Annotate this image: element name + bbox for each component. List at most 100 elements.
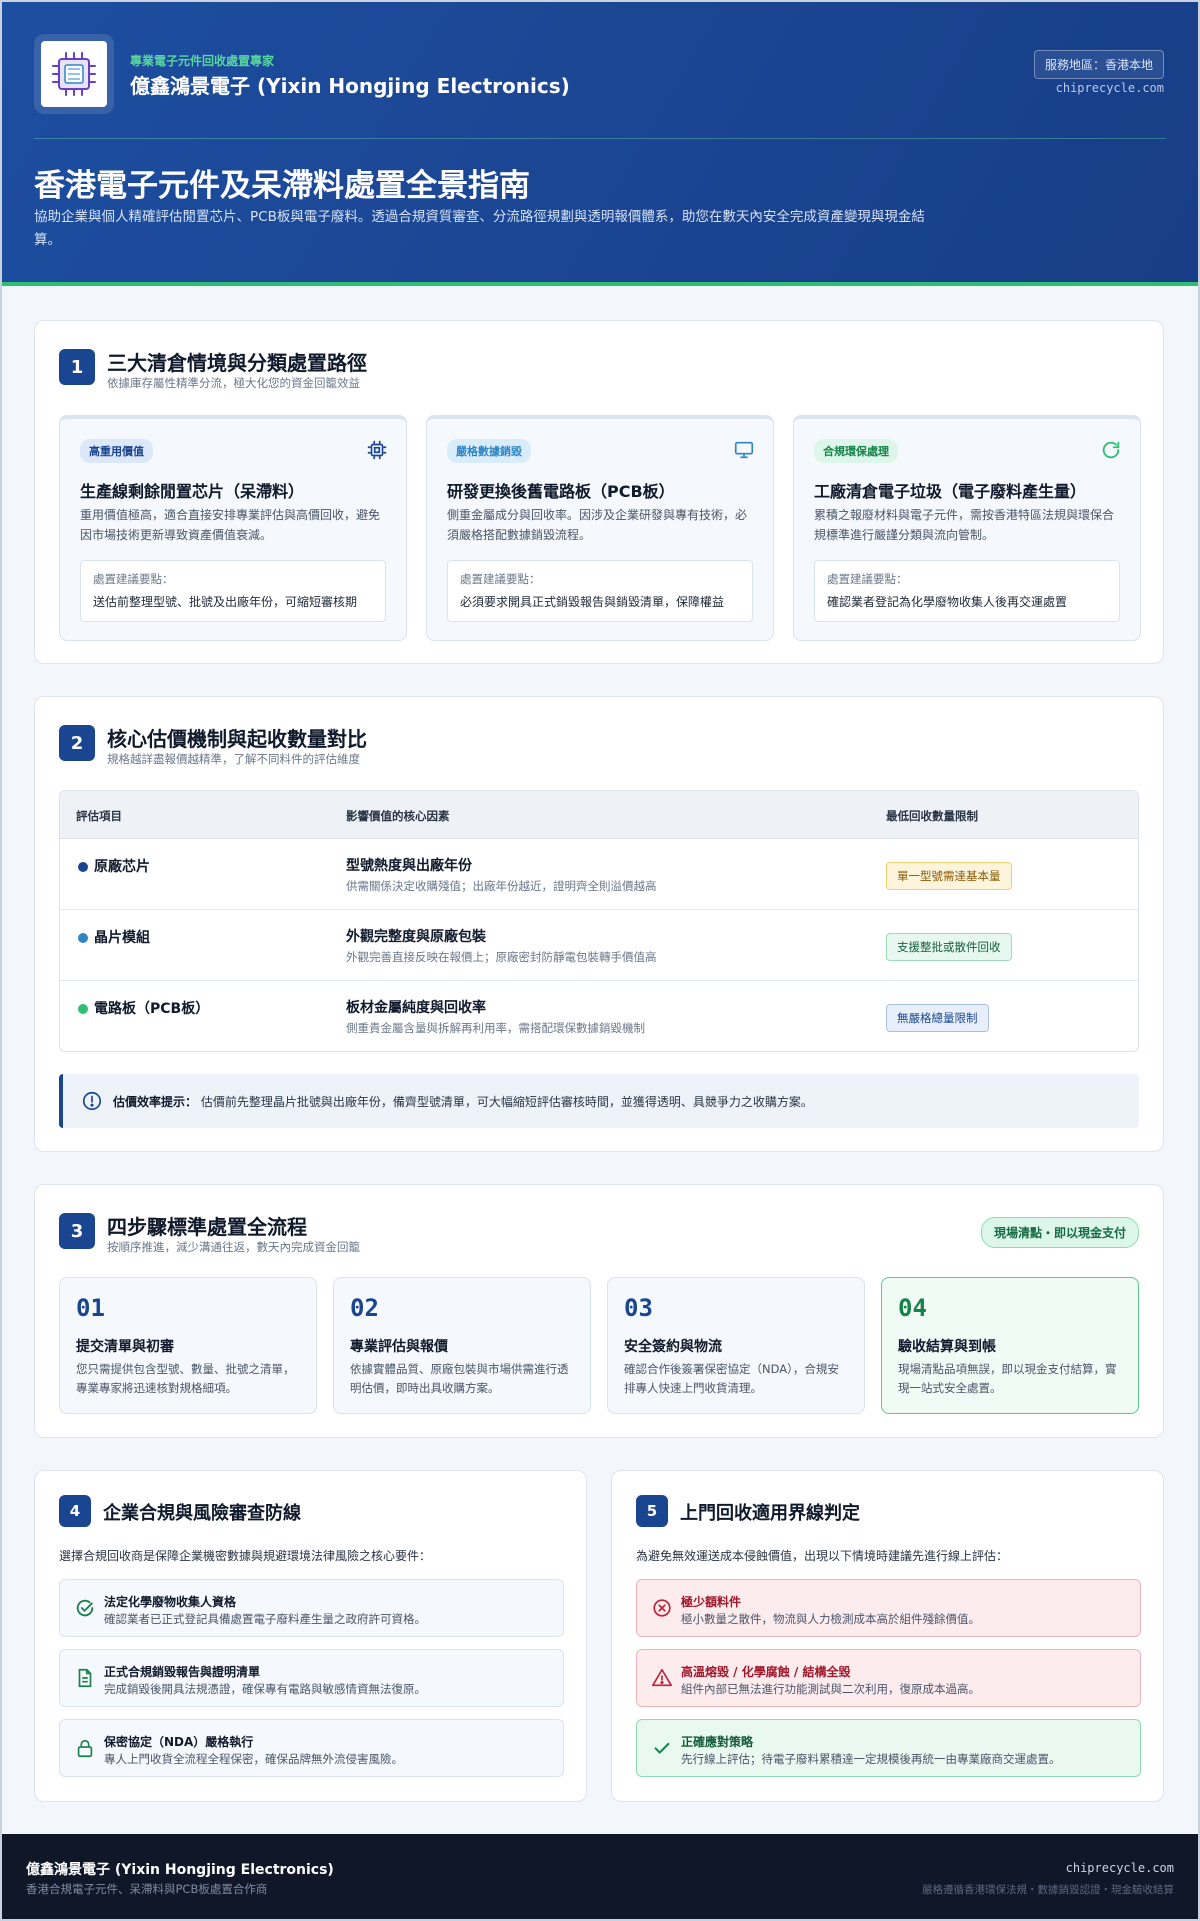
step-number: 04 [898, 1294, 927, 1322]
section-valuation: 2 核心估價機制與起收數量對比 規格越詳盡報價越精準，了解不同料件的評估維度 評… [34, 696, 1164, 1152]
tip-text: 估價效率提示： 估價前先整理晶片批號與出廠年份，備齊型號清單，可大幅縮短評估審核… [113, 1093, 813, 1110]
scenario-title: 工廠清倉電子垃圾（電子廢料產生量） [814, 482, 1087, 501]
item-description: 組件內部已無法進行功能測試與二次利用，復原成本過高。 [681, 1682, 980, 1696]
footer-note: 嚴格遵循香港環保法規・數據銷毀認證・現金驗收結算 [922, 1884, 1174, 1896]
limit-badge: 無嚴格總量限制 [886, 1004, 989, 1032]
check-circle-icon [76, 1599, 94, 1617]
chip-logo-icon [52, 52, 96, 96]
process-step-3: 03 安全簽約與物流 確認合作後簽署保密協定（NDA），合規安排專人快速上門收貨… [607, 1277, 865, 1414]
step-title: 專業評估與報價 [350, 1339, 448, 1355]
section-number: 2 [59, 725, 95, 761]
section-onsite-boundary: 5 上門回收適用界線判定 為避免無效運送成本侵蝕價值，出現以下情境時建議先進行線… [611, 1470, 1164, 1802]
column-header-factor: 影響價值的核心因素 [346, 809, 450, 823]
section-intro: 為避免無效運送成本侵蝕價值，出現以下情境時建議先進行線上評估： [636, 1549, 1009, 1563]
scenario-advice-box: 處置建議要點： 送估前整理型號、批號及出廠年份，可縮短審核期 [80, 560, 386, 622]
site-domain[interactable]: chiprecycle.com [1056, 81, 1164, 95]
table-row: 晶片模組 外觀完整度與原廠包裝 外觀完善直接反映在報價上；原廠密封防靜電包裝轉手… [60, 910, 1138, 981]
section-number: 3 [59, 1213, 95, 1249]
factor-title: 板材金屬純度與回收率 [346, 1000, 486, 1016]
item-description: 先行線上評估；待電子廢料累積達一定規模後再統一由專業廠商交運處置。 [681, 1752, 1061, 1766]
advice-label: 處置建議要點： [460, 572, 541, 586]
section-intro: 選擇合規回收商是保障企業機密數據與規避環境法律風險之核心要件： [59, 1549, 432, 1563]
footer-subtitle: 香港合規電子元件、呆滯料與PCB板處置合作商 [26, 1882, 268, 1896]
scenario-title: 研發更換後舊電路板（PCB板） [447, 482, 675, 501]
factor-title: 外觀完整度與原廠包裝 [346, 929, 486, 945]
boundary-item: 高溫熔毀 / 化學腐蝕 / 結構全毀 組件內部已無法進行功能測試與二次利用，復原… [636, 1649, 1141, 1707]
step-number: 02 [350, 1294, 379, 1322]
scenario-card-pcb: 嚴格數據銷毀 研發更換後舊電路板（PCB板） 側重金屬成分與回收率。因涉及企業研… [426, 415, 774, 641]
section-title: 企業合規與風險審查防線 [103, 1503, 301, 1524]
item-title: 保密協定（NDA）嚴格執行 [104, 1735, 254, 1749]
valuation-table: 評估項目 影響價值的核心因素 最低回收數量限制 原廠芯片 型號熱度與出廠年份 供… [59, 790, 1139, 1052]
item-description: 確認業者已正式登記具備處置電子廢料產生量之政府許可資格。 [104, 1612, 426, 1626]
section-title: 上門回收適用界線判定 [680, 1503, 860, 1524]
table-row: 電路板（PCB板） 板材金屬純度與回收率 側重貴金屬含量與拆解再利用率，需搭配環… [60, 981, 1138, 1051]
item-description: 專人上門收貨全流程全程保密，確保品牌無外流侵害風險。 [104, 1752, 403, 1766]
warning-icon [652, 1668, 672, 1687]
advice-text: 必須要求開具正式銷毀報告與銷毀清單，保障權益 [460, 595, 725, 609]
valuation-tip: 估價效率提示： 估價前先整理晶片批號與出廠年份，備齊型號清單，可大幅縮短評估審核… [59, 1074, 1139, 1128]
scenario-description: 累積之報廢材料與電子元件，需按香港特區法規與環保合規標準進行嚴謹分類與流向管制。 [814, 508, 1115, 542]
section-compliance: 4 企業合規與風險審查防線 選擇合規回收商是保障企業機密數據與規避環境法律風險之… [34, 1470, 587, 1802]
section-number: 4 [59, 1495, 91, 1527]
footer-brand-name: 億鑫鴻景電子 (Yixin Hongjing Electronics) [26, 1862, 334, 1878]
tip-label: 估價效率提示： [113, 1095, 198, 1109]
process-step-4: 04 驗收結算與到帳 現場清點品項無誤，即以現金支付結算，實現一站式安全處置。 [881, 1277, 1139, 1414]
scenario-tag: 高重用價值 [80, 439, 153, 463]
section-subtitle: 依據庫存屬性精準分流，極大化您的資金回籠效益 [107, 376, 360, 390]
advice-text: 確認業者登記為化學廢物收集人後再交運處置 [827, 595, 1068, 609]
scenario-title: 生產線剩餘閒置芯片（呆滯料） [80, 482, 305, 501]
item-name: 晶片模組 [94, 930, 150, 946]
row-dot [78, 862, 88, 872]
chip-icon [367, 440, 387, 460]
process-step-2: 02 專業評估與報價 依據實體品質、原廠包裝與市場供需進行透明估價，即時出具收購… [333, 1277, 591, 1414]
cash-payment-badge: 現場清點・即以現金支付 [980, 1217, 1139, 1248]
item-title: 正確應對策略 [681, 1735, 754, 1749]
limit-badge: 單一型號需達基本量 [886, 862, 1012, 890]
scenario-tag: 嚴格數據銷毀 [447, 439, 531, 463]
scenario-description: 重用價值極高，適合直接安排專業評估與高價回收，避免因市場技術更新導致資產價值衰減… [80, 508, 381, 542]
scenario-advice-box: 處置建議要點： 確認業者登記為化學廢物收集人後再交運處置 [814, 560, 1120, 622]
item-name: 原廠芯片 [94, 859, 150, 875]
step-number: 01 [76, 1294, 105, 1322]
factor-description: 供需關係決定收購殘值；出廠年份越近，證明齊全則溢價越高 [346, 879, 657, 893]
item-title: 正式合規銷毀報告與證明清單 [104, 1665, 261, 1679]
step-description: 確認合作後簽署保密協定（NDA），合規安排專人快速上門收貨清理。 [624, 1362, 839, 1395]
boundary-item: 正確應對策略 先行線上評估；待電子廢料累積達一定規模後再統一由專業廠商交運處置。 [636, 1719, 1141, 1777]
item-title: 極少額料件 [681, 1595, 742, 1609]
section-title: 三大清倉情境與分類處置路徑 [107, 351, 367, 375]
step-description: 您只需提供包含型號、數量、批號之清單，專業專家將迅速核對規格細項。 [76, 1362, 295, 1395]
row-dot [78, 1004, 88, 1014]
process-step-1: 01 提交清單與初審 您只需提供包含型號、數量、批號之清單，專業專家將迅速核對規… [59, 1277, 317, 1414]
step-title: 驗收結算與到帳 [898, 1339, 996, 1355]
step-description: 現場清點品項無誤，即以現金支付結算，實現一站式安全處置。 [898, 1362, 1117, 1395]
item-name: 電路板（PCB板） [94, 1001, 210, 1017]
step-title: 安全簽約與物流 [624, 1339, 722, 1355]
section-subtitle: 規格越詳盡報價越精準，了解不同料件的評估維度 [107, 752, 360, 766]
scenario-tag: 合規環保處理 [814, 439, 898, 463]
page-title: 香港電子元件及呆滯料處置全景指南 [34, 168, 530, 204]
table-header: 評估項目 影響價值的核心因素 最低回收數量限制 [60, 791, 1138, 839]
boundary-item: 極少額料件 極小數量之散件，物流與人力檢測成本高於組件殘餘價值。 [636, 1579, 1141, 1637]
page-description: 協助企業與個人精確評估閒置芯片、PCB板與電子廢料。透過合規資質審查、分流路徑規… [34, 209, 925, 248]
header-divider [34, 138, 1166, 139]
compliance-item: 正式合規銷毀報告與證明清單 完成銷毀後開具法規憑證，確保專有電路與敏感情資無法復… [59, 1649, 564, 1707]
item-title: 高溫熔毀 / 化學腐蝕 / 結構全毀 [681, 1665, 851, 1679]
monitor-icon [734, 441, 754, 459]
row-dot [78, 933, 88, 943]
scenario-card-idle-chips: 高重用價值 生產線剩餘閒置芯片（呆滯料） 重用價值極高，適合直接安排專業評估與高… [59, 415, 407, 641]
section-title: 核心估價機制與起收數量對比 [107, 727, 367, 751]
advice-text: 送估前整理型號、批號及出廠年份，可縮短審核期 [93, 595, 358, 609]
scenario-card-e-waste: 合規環保處理 工廠清倉電子垃圾（電子廢料產生量） 累積之報廢材料與電子元件，需按… [793, 415, 1141, 641]
step-description: 依據實體品質、原廠包裝與市場供需進行透明估價，即時出具收購方案。 [350, 1362, 569, 1395]
limit-badge: 支援整批或散件回收 [886, 933, 1012, 961]
item-description: 極小數量之散件，物流與人力檢測成本高於組件殘餘價值。 [681, 1612, 980, 1626]
compliance-item: 法定化學廢物收集人資格 確認業者已正式登記具備處置電子廢料產生量之政府許可資格。 [59, 1579, 564, 1637]
document-icon [78, 1668, 92, 1688]
brand-tagline: 專業電子元件回收處置專家 [130, 54, 275, 68]
footer-domain-link[interactable]: chiprecycle.com [1066, 1861, 1174, 1875]
lock-icon [77, 1739, 93, 1758]
refresh-icon [1102, 441, 1120, 459]
factor-description: 外觀完善直接反映在報價上；原廠密封防靜電包裝轉手價值高 [346, 950, 657, 964]
info-icon [82, 1091, 102, 1111]
